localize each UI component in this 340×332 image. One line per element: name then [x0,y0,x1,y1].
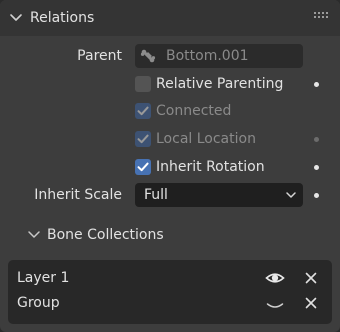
panel-title: Relations [30,10,95,26]
close-icon[interactable] [305,297,317,309]
checkmark-icon [137,162,149,172]
connected-checkbox[interactable] [135,103,151,119]
inherit-rotation-keyframe-dot[interactable] [314,165,319,170]
parent-field[interactable]: Bottom.001 [135,44,303,68]
local-location-label[interactable]: Local Location [156,130,256,148]
relative-parenting-label[interactable]: Relative Parenting [156,75,283,93]
eye-icon[interactable] [265,270,285,286]
inherit-scale-keyframe-dot[interactable] [314,193,319,198]
relative-parenting-keyframe-dot[interactable] [314,82,319,87]
collection-name[interactable]: Group [17,294,60,312]
local-location-checkbox[interactable] [135,131,151,147]
list-item[interactable]: Layer 1 [8,266,332,290]
relative-parenting-checkbox[interactable] [135,76,151,92]
local-location-keyframe-dot[interactable] [314,137,319,142]
list-item[interactable]: Group [8,291,332,315]
collection-name[interactable]: Layer 1 [17,269,69,287]
drag-handle-icon[interactable] [314,12,331,21]
parent-label: Parent [77,48,122,64]
inherit-scale-value: Full [144,187,168,203]
panel-header[interactable]: Relations [0,0,340,36]
relations-panel: Relations Parent Bottom.001 Relative Par… [0,0,340,332]
bone-collections-list: Layer 1 Group [8,260,332,324]
chevron-down-icon[interactable] [9,11,23,25]
bone-icon [140,49,156,63]
chevron-down-icon[interactable] [27,228,41,242]
inherit-rotation-label[interactable]: Inherit Rotation [156,158,265,176]
checkmark-icon [137,106,149,116]
inherit-scale-dropdown[interactable]: Full [135,183,303,207]
bone-collections-title[interactable]: Bone Collections [47,226,164,244]
eye-closed-icon[interactable] [265,295,285,311]
checkmark-icon [137,134,149,144]
connected-label[interactable]: Connected [156,102,231,120]
inherit-rotation-checkbox[interactable] [135,159,151,175]
close-icon[interactable] [305,272,317,284]
parent-field-value: Bottom.001 [166,48,249,64]
chevron-down-icon [286,192,296,198]
inherit-scale-label: Inherit Scale [34,187,122,203]
